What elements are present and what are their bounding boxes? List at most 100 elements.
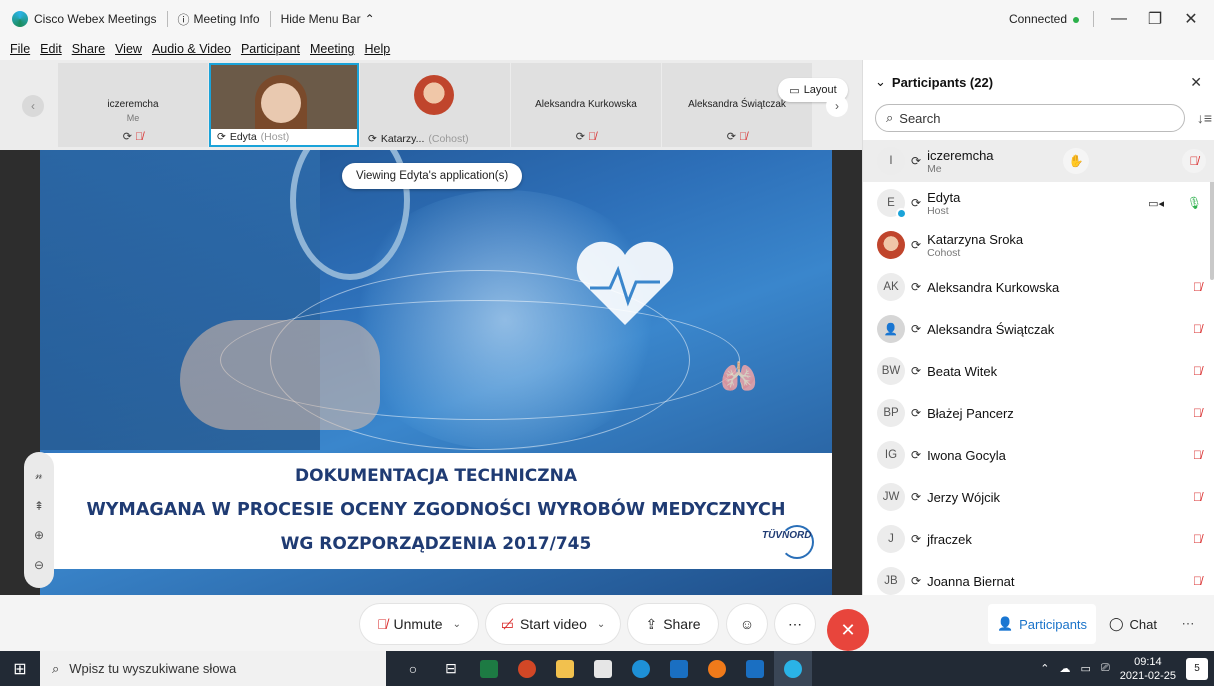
collapse-chevron-icon[interactable]: ⌄	[875, 74, 886, 90]
participants-button[interactable]: 👤 Participants	[988, 604, 1096, 644]
start-video-label: Start video	[519, 616, 587, 632]
powerpoint-icon[interactable]	[508, 651, 546, 686]
battery-icon[interactable]: ▭	[1081, 662, 1091, 675]
shared-slide: 🫁 Viewing Edyta's application(s) DOKUMEN…	[40, 150, 832, 595]
participants-search-input[interactable]: ⌕ Search	[875, 104, 1185, 132]
layout-icon: ▭	[789, 84, 800, 97]
search-icon: ⌕	[52, 660, 60, 676]
participant-row[interactable]: J ⟳ jfraczek 🎙̸	[863, 518, 1214, 560]
audio-icon: ⟳	[911, 280, 922, 294]
raise-hand-button[interactable]: ✋	[1063, 148, 1089, 174]
cortana-icon[interactable]: ○	[394, 651, 432, 686]
outlook-icon[interactable]	[660, 651, 698, 686]
sort-icon[interactable]: ↓≡	[1197, 110, 1212, 126]
menu-bar: File Edit Share View Audio & Video Parti…	[0, 38, 1214, 60]
menu-audio-video[interactable]: Audio & Video	[152, 42, 231, 56]
store-icon[interactable]	[584, 651, 622, 686]
more-icon: ⋯	[1181, 616, 1195, 631]
menu-meeting[interactable]: Meeting	[310, 42, 354, 56]
thumbnail-aleksandra-swiatczak[interactable]: Aleksandra Świątczak ⟳ 🎙̸	[662, 63, 812, 147]
firefox-icon[interactable]	[698, 651, 736, 686]
start-video-button[interactable]: ▭̸ Start video ⌄	[486, 604, 620, 644]
zoom-in-icon[interactable]: ⊕	[34, 528, 44, 542]
audio-icon: ⟳	[217, 131, 226, 143]
audio-icon: ⟳	[575, 131, 585, 143]
menu-help[interactable]: Help	[364, 42, 390, 56]
participant-name: Błażej Pancerz	[927, 405, 1014, 421]
share-button[interactable]: ⇪ Share	[628, 604, 718, 644]
participant-row[interactable]: BW ⟳ Beata Witek 🎙̸	[863, 350, 1214, 392]
clock[interactable]: 09:14 2021-02-25	[1120, 655, 1176, 683]
display-icon[interactable]: ⎚	[1101, 662, 1110, 675]
minimize-button[interactable]: —	[1108, 10, 1130, 28]
hide-menu-bar-button[interactable]: Hide Menu Bar ⌃	[281, 12, 375, 26]
participant-row[interactable]: 👤 ⟳ Aleksandra Świątczak 🎙̸	[863, 308, 1214, 350]
participant-row[interactable]: JW ⟳ Jerzy Wójcik 🎙̸	[863, 476, 1214, 518]
menu-file[interactable]: File	[10, 42, 30, 56]
network-icon[interactable]: ☁	[1060, 662, 1071, 675]
previous-thumbnails-button[interactable]: ‹	[22, 95, 44, 117]
chevron-up-icon[interactable]: ⌃	[1040, 662, 1049, 675]
leave-meeting-button[interactable]: ✕	[827, 609, 869, 651]
unmute-button[interactable]: 🎙̸ Unmute ⌄	[360, 604, 478, 644]
restore-button[interactable]: ❐	[1144, 9, 1166, 29]
task-view-icon[interactable]: ⊟	[432, 651, 470, 686]
outlook-icon-2[interactable]	[736, 651, 774, 686]
webex-taskbar-icon[interactable]	[774, 651, 812, 686]
participant-name-block: Aleksandra Świątczak	[927, 322, 1054, 337]
file-explorer-icon[interactable]	[546, 651, 584, 686]
menu-view[interactable]: View	[115, 42, 142, 56]
close-panel-button[interactable]: ✕	[1190, 74, 1202, 91]
thumbnail-iczeremcha[interactable]: iczeremcha Me ⟳ 🎙̸	[58, 63, 208, 147]
participant-row[interactable]: E ⟳ Edyta Host ▭◂ 🎙	[863, 182, 1214, 224]
chat-button[interactable]: ◯ Chat	[1100, 604, 1166, 644]
close-window-button[interactable]: ✕	[1180, 9, 1202, 29]
thumbnail-katarzyna[interactable]: ⟳ Katarzy... (Cohost)	[360, 63, 510, 147]
reactions-button[interactable]: ☺	[727, 604, 767, 644]
audio-icon: ⟳	[911, 574, 922, 588]
thumbnail-name: Edyta	[229, 131, 257, 143]
windows-start-button[interactable]: ⊞	[0, 651, 40, 686]
panel-more-button[interactable]: ⋯	[1170, 604, 1206, 644]
participant-row[interactable]: I ⟳ iczeremcha Me ✋ 🎙̸	[863, 140, 1214, 182]
annotate-pen-icon[interactable]: 𝓃	[35, 468, 42, 483]
participant-row[interactable]: IG ⟳ Iwona Gocyla 🎙̸	[863, 434, 1214, 476]
slide-image-hand	[180, 320, 380, 430]
avatar: AK	[877, 273, 905, 301]
next-thumbnails-button[interactable]: ›	[826, 95, 848, 117]
thumbnail-aleksandra-kurkowska[interactable]: Aleksandra Kurkowska ⟳ 🎙̸	[511, 63, 661, 147]
excel-icon[interactable]	[470, 651, 508, 686]
audio-icon: ⟳	[368, 133, 377, 145]
participant-row[interactable]: AK ⟳ Aleksandra Kurkowska 🎙̸	[863, 266, 1214, 308]
participant-row[interactable]: ⟳ Katarzyna Sroka Cohost	[863, 224, 1214, 266]
muted-mic-icon: 🎙̸	[1193, 574, 1202, 588]
participants-panel: ⌄ Participants (22) ✕ ⌕ Search ↓≡ I ⟳ ic…	[862, 60, 1214, 595]
audio-icon: ⟳	[911, 322, 922, 336]
avatar: J	[877, 525, 905, 553]
meeting-info-button[interactable]: ⓘ Meeting Info	[178, 11, 260, 28]
participant-row[interactable]: JB ⟳ Joanna Biernat 🎙̸	[863, 560, 1214, 595]
muted-mic-icon[interactable]: 🎙̸	[1182, 149, 1206, 173]
share-label: Share	[663, 616, 701, 632]
more-options-button[interactable]: ⋯	[775, 604, 815, 644]
thumbnail-edyta[interactable]: ⟳ Edyta (Host)	[209, 63, 359, 147]
heart-icon	[576, 241, 674, 325]
audio-icon: ⟳	[911, 196, 922, 210]
audio-icon: ⟳	[911, 238, 922, 252]
hide-menu-bar-label: Hide Menu Bar	[280, 12, 361, 26]
zoom-out-icon[interactable]: ⊖	[34, 558, 44, 572]
menu-participant[interactable]: Participant	[241, 42, 300, 56]
edge-icon[interactable]	[622, 651, 660, 686]
mic-on-icon: 🎙	[1186, 196, 1202, 210]
system-tray: ⌃ ☁ ▭ ⎚ 09:14 2021-02-25 5	[1040, 655, 1214, 683]
menu-share[interactable]: Share	[72, 42, 105, 56]
participant-row[interactable]: BP ⟳ Błażej Pancerz 🎙̸	[863, 392, 1214, 434]
notification-center-icon[interactable]: 5	[1186, 657, 1208, 680]
chevron-down-icon[interactable]: ⌄	[453, 619, 461, 630]
pointer-icon[interactable]: ⇞	[34, 499, 44, 513]
chevron-down-icon[interactable]: ⌄	[597, 619, 605, 630]
menu-edit[interactable]: Edit	[40, 42, 62, 56]
participant-name-block: Joanna Biernat	[927, 574, 1014, 589]
participants-panel-header: ⌄ Participants (22) ✕	[863, 60, 1214, 104]
taskbar-search-input[interactable]: ⌕ Wpisz tu wyszukiwane słowa	[40, 651, 386, 686]
